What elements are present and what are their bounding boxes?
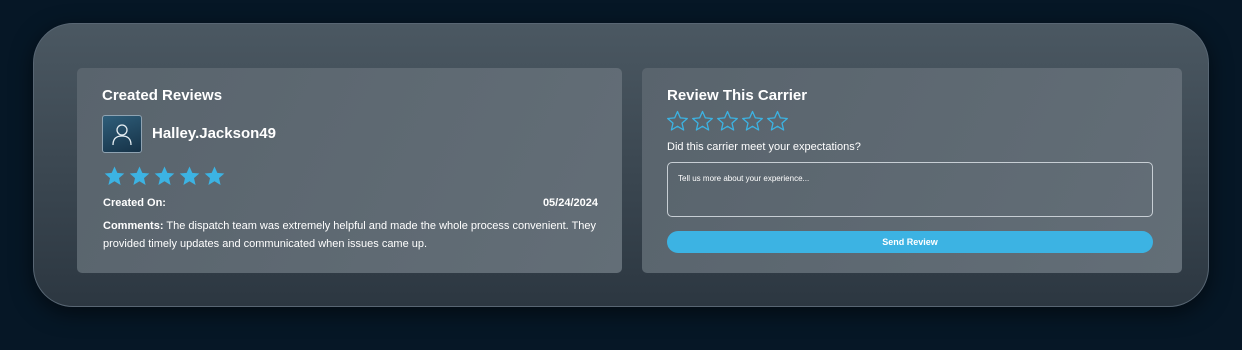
review-carrier-title: Review This Carrier bbox=[667, 87, 808, 104]
review-rating bbox=[102, 164, 227, 188]
user-icon bbox=[112, 124, 132, 146]
created-on-label: Created On: bbox=[103, 197, 166, 209]
reviews-panel: Created Reviews Halley.Jackson49 Created… bbox=[33, 23, 1209, 307]
review-carrier-card: Review This Carrier Did this carrier mee… bbox=[642, 68, 1182, 273]
send-review-button[interactable]: Send Review bbox=[667, 231, 1153, 253]
comments-label: Comments: bbox=[103, 220, 164, 232]
expectations-question: Did this carrier meet your expectations? bbox=[667, 141, 861, 153]
avatar bbox=[102, 115, 142, 153]
star-outline-icon[interactable] bbox=[665, 109, 690, 133]
star-filled-icon bbox=[154, 166, 175, 185]
comments-text: The dispatch team was extremely helpful … bbox=[103, 220, 597, 250]
star-outline-icon[interactable] bbox=[765, 109, 790, 133]
created-reviews-title: Created Reviews bbox=[102, 87, 223, 104]
star-outline-icon[interactable] bbox=[740, 109, 765, 133]
star-filled-icon bbox=[104, 166, 125, 185]
reviewer-username: Halley.Jackson49 bbox=[152, 125, 276, 142]
star-outline-icon[interactable] bbox=[715, 109, 740, 133]
star-filled-icon bbox=[204, 166, 225, 185]
created-on-date: 05/24/2024 bbox=[542, 197, 598, 209]
star-outline-icon[interactable] bbox=[690, 109, 715, 133]
review-textarea[interactable] bbox=[667, 162, 1153, 217]
star-filled-icon bbox=[129, 166, 150, 185]
review-comment: Comments: The dispatch team was extremel… bbox=[103, 217, 603, 253]
created-reviews-card: Created Reviews Halley.Jackson49 Created… bbox=[77, 68, 622, 273]
star-filled-icon bbox=[179, 166, 200, 185]
rating-input bbox=[665, 109, 790, 133]
